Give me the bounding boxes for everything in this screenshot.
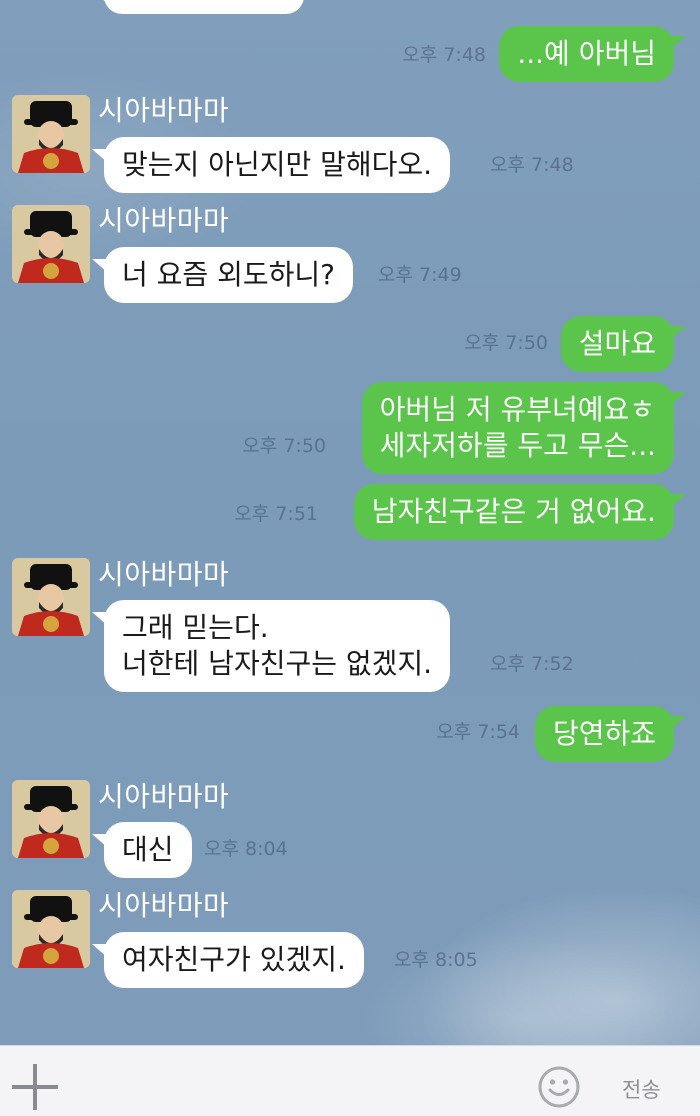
avatar[interactable] xyxy=(12,890,90,968)
king-portrait-icon xyxy=(12,890,90,968)
message-bubble-incoming[interactable]: 여자친구가 있겠지. xyxy=(92,932,364,988)
message-text: 세자저하를 두고 무슨... xyxy=(379,429,656,462)
message-text: 여자친구가 있겠지. xyxy=(122,943,346,976)
message-bubble-incoming[interactable]: 그래 믿는다. 너한테 남자친구는 없겠지. xyxy=(91,600,451,692)
king-portrait-icon xyxy=(12,780,90,858)
message-text: 너한테 남자친구는 없겠지. xyxy=(122,647,433,680)
message-bubble-outgoing[interactable]: 남자친구같은 거 없어요. xyxy=(353,484,687,540)
king-portrait-icon xyxy=(12,558,90,636)
message-text: 너 요즘 외도하니? xyxy=(122,258,335,291)
message-timestamp: 오후 7:50 xyxy=(242,435,326,457)
sender-name: 시아바마마 xyxy=(98,889,230,922)
message-bubble-incoming[interactable]: 맞는지 아닌지만 말해다오. xyxy=(91,137,451,193)
sender-name: 시아바마마 xyxy=(98,780,230,813)
message-timestamp: 오후 7:48 xyxy=(402,44,486,66)
sender-name: 시아바마마 xyxy=(98,204,230,237)
message-timestamp: 오후 7:52 xyxy=(490,653,574,675)
message-timestamp: 오후 8:05 xyxy=(394,949,478,971)
sender-name: 시아바마마 xyxy=(98,94,230,127)
message-timestamp: 오후 7:49 xyxy=(378,264,462,286)
avatar[interactable] xyxy=(12,205,90,283)
message-bubble-outgoing[interactable]: 당연하죠 xyxy=(534,706,687,762)
message-timestamp: 오후 8:04 xyxy=(204,838,288,860)
king-portrait-icon xyxy=(12,205,90,283)
sender-name: 시아바마마 xyxy=(98,558,230,591)
send-button[interactable]: 전송 xyxy=(622,1074,661,1104)
message-bubble-outgoing[interactable]: ...예 아버님 xyxy=(499,26,686,82)
message-text: 남자친구같은 거 없어요. xyxy=(371,495,656,528)
message-bubble-incoming[interactable]: 대신 xyxy=(92,822,192,878)
message-text: 그래 믿는다. xyxy=(122,611,269,644)
message-bubble-outgoing[interactable]: 아버님 저 유부녀예요ㅎ 세자저하를 두고 무슨... xyxy=(361,382,687,474)
message-text: 대신 xyxy=(122,833,174,866)
message-timestamp: 오후 7:50 xyxy=(464,332,548,354)
message-text: ...예 아버님 xyxy=(517,37,656,70)
message-bubble-outgoing[interactable]: 설마요 xyxy=(560,316,687,372)
message-timestamp: 오후 7:51 xyxy=(234,503,318,525)
smiley-icon[interactable] xyxy=(538,1066,580,1108)
chat-background: ...예 아버님 오후 7:48 시아바마마 맞는지 아닌지만 말해다오. 오후… xyxy=(0,0,700,1045)
partial-message-bubble xyxy=(92,0,304,14)
king-portrait-icon xyxy=(12,95,90,173)
message-timestamp: 오후 7:48 xyxy=(490,154,574,176)
message-text: 설마요 xyxy=(578,327,656,360)
message-bubble-incoming[interactable]: 너 요즘 외도하니? xyxy=(92,247,353,303)
message-text: 당연하죠 xyxy=(552,717,656,750)
message-text: 맞는지 아닌지만 말해다오. xyxy=(122,148,433,181)
avatar[interactable] xyxy=(12,780,90,858)
plus-icon[interactable] xyxy=(12,1064,58,1110)
avatar[interactable] xyxy=(12,95,90,173)
message-timestamp: 오후 7:54 xyxy=(436,721,520,743)
message-text: 아버님 저 유부녀예요ㅎ xyxy=(379,393,656,426)
avatar[interactable] xyxy=(12,558,90,636)
composer-bar: 전송 xyxy=(0,1045,700,1116)
